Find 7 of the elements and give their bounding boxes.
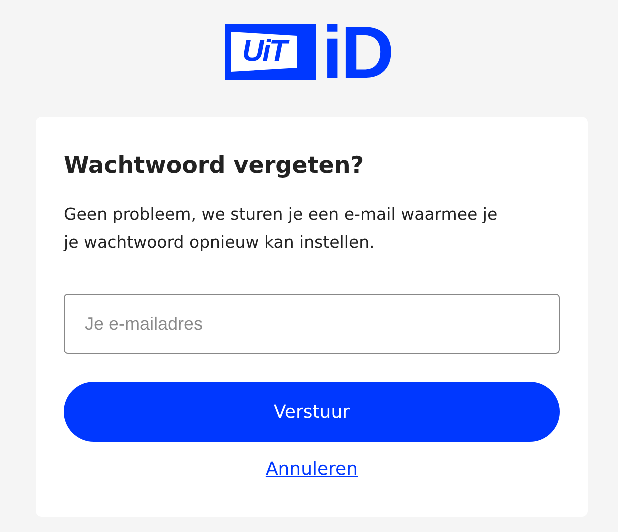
email-field[interactable]: Je e-mailadres xyxy=(64,294,560,354)
cancel-link[interactable]: Annuleren xyxy=(266,456,358,483)
logo-text: UiT xyxy=(242,37,286,67)
card-title: Wachtwoord vergeten? xyxy=(64,152,366,181)
logo-text: iD xyxy=(322,24,393,82)
description-text: Geen probleem, we sturen je een e-mail waarmee je je wachtwoord opnieuw kan instellen. xyxy=(64,204,499,254)
submit-button[interactable]: Verstuur xyxy=(64,382,560,442)
